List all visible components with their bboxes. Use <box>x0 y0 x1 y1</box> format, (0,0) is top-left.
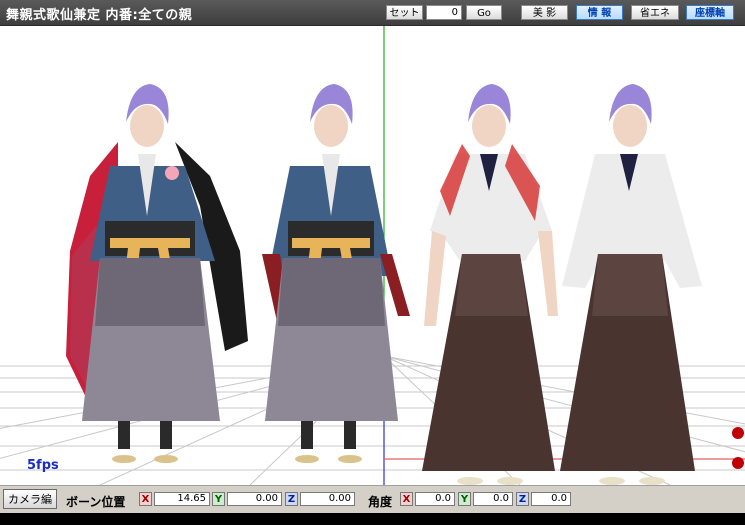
fps-counter: 5fps <box>27 458 59 473</box>
model-kasen-uchiban-tasuki[interactable] <box>422 84 558 485</box>
3d-viewport[interactable]: 5fps <box>0 26 745 485</box>
pos-x-axis-label: X <box>139 492 152 506</box>
info-toggle-button[interactable]: 情 報 <box>576 5 623 20</box>
go-button[interactable]: Go <box>466 5 502 20</box>
rot-y-axis-label: Y <box>458 492 471 506</box>
pos-y-input[interactable]: 0.00 <box>227 492 282 506</box>
bone-position-label: ボーン位置 <box>66 495 126 509</box>
camera-edit-button[interactable]: カメラ編 <box>3 489 57 509</box>
bone-panel: カメラ編 ボーン位置 X 14.65 Y 0.00 Z 0.00 角度 X 0.… <box>0 485 745 514</box>
pos-x-input[interactable]: 14.65 <box>154 492 210 506</box>
pos-z-axis-label: Z <box>285 492 298 506</box>
rot-y-input[interactable]: 0.0 <box>473 492 513 506</box>
rot-x-input[interactable]: 0.0 <box>415 492 455 506</box>
model-kasen-formal-with-cape[interactable] <box>66 84 248 463</box>
pos-z-input[interactable]: 0.00 <box>300 492 355 506</box>
title-bar: 舞親式歌仙兼定 内番:全ての親 セット 0 Go 美 影 情 報 省エネ 座標軸 <box>0 0 745 26</box>
set-button[interactable]: セット <box>386 5 423 20</box>
angle-label: 角度 <box>368 495 393 509</box>
frame-input[interactable]: 0 <box>426 5 462 20</box>
model-kasen-formal[interactable] <box>262 84 410 463</box>
beauty-shadow-button[interactable]: 美 影 <box>521 5 568 20</box>
axis-toggle-button[interactable]: 座標軸 <box>686 5 734 20</box>
pos-y-axis-label: Y <box>212 492 225 506</box>
rot-x-axis-label: X <box>400 492 413 506</box>
footer-strip <box>0 513 745 525</box>
model-kasen-uchiban[interactable] <box>560 84 702 485</box>
rot-z-axis-label: Z <box>516 492 529 506</box>
rot-z-input[interactable]: 0.0 <box>531 492 571 506</box>
scene <box>0 26 745 485</box>
power-save-button[interactable]: 省エネ <box>631 5 679 20</box>
window-title: 舞親式歌仙兼定 内番:全ての親 <box>6 8 193 23</box>
axis-x-marker-icon <box>732 427 744 469</box>
